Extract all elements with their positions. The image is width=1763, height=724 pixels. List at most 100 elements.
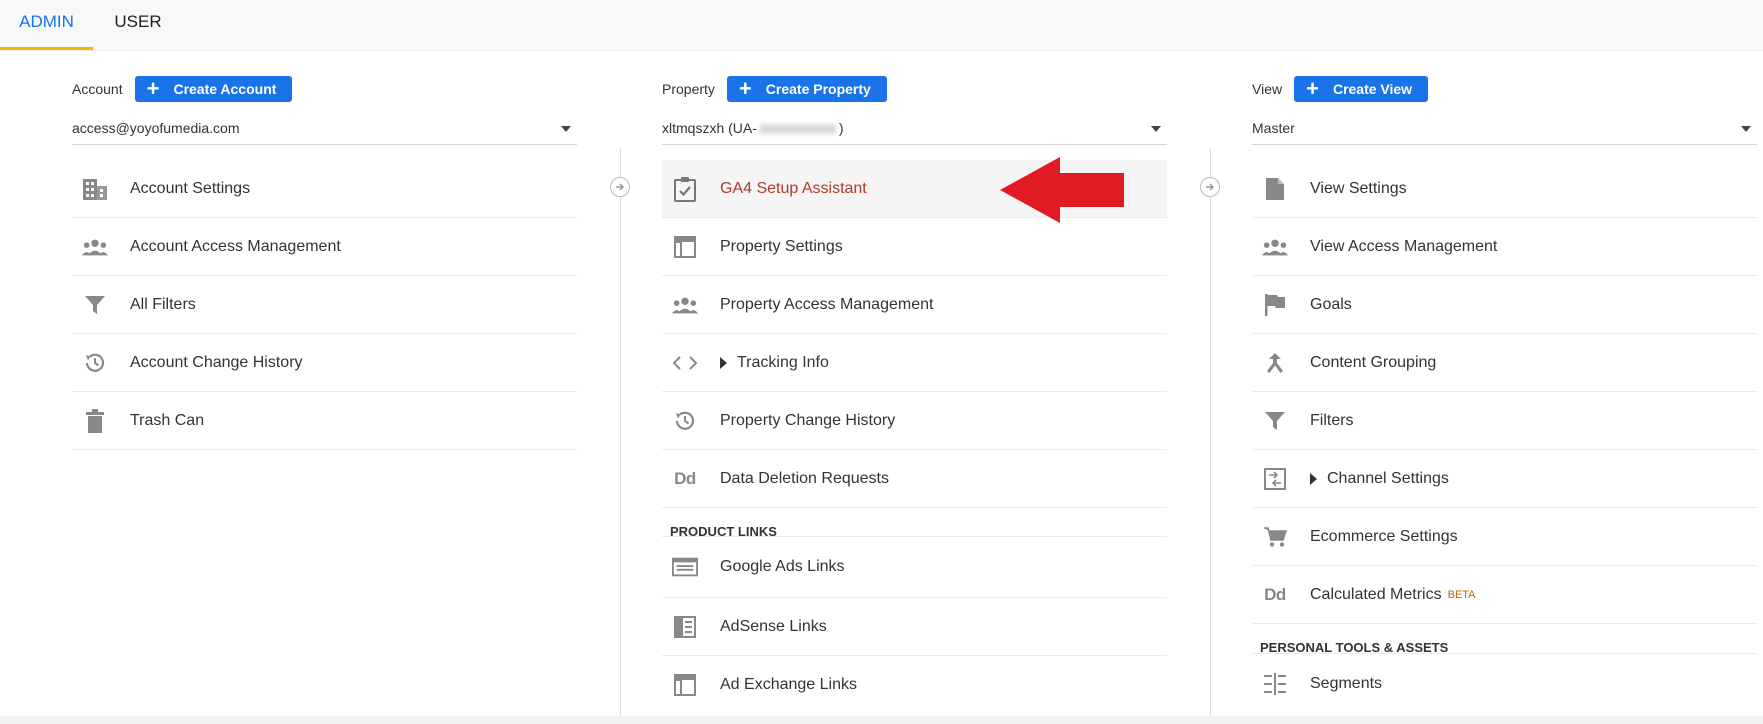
- ecommerce-settings-item[interactable]: Ecommerce Settings: [1252, 508, 1757, 566]
- arrow-right-icon: [610, 177, 630, 197]
- expand-triangle-icon[interactable]: [720, 356, 727, 369]
- tracking-info-item[interactable]: Tracking Info: [662, 334, 1167, 392]
- content-grouping-label: Content Grouping: [1310, 353, 1437, 371]
- calculated-metrics-item[interactable]: Dd Calculated Metrics BETA: [1252, 566, 1757, 624]
- google-ads-links-label: Google Ads Links: [720, 558, 845, 575]
- layout-icon: [672, 234, 698, 260]
- property-label: Property: [662, 81, 715, 97]
- data-deletion-requests-item[interactable]: Dd Data Deletion Requests: [662, 450, 1167, 508]
- plus-icon: +: [1306, 76, 1319, 101]
- account-change-history-item[interactable]: Account Change History: [72, 334, 577, 392]
- property-change-history-label: Property Change History: [720, 411, 896, 429]
- google-ads-links-item[interactable]: Google Ads Links: [662, 536, 1167, 598]
- column-divider: [620, 148, 621, 724]
- history-icon: [82, 350, 108, 376]
- view-selector[interactable]: Master: [1252, 116, 1757, 145]
- account-settings-label: Account Settings: [130, 179, 251, 197]
- plus-icon: +: [146, 76, 160, 101]
- view-access-management-item[interactable]: View Access Management: [1252, 218, 1757, 276]
- ad-exchange-links-item[interactable]: Ad Exchange Links: [662, 656, 1167, 714]
- property-id-prefix: xltmqszxh (UA-: [662, 120, 757, 136]
- segments-icon: [1262, 671, 1288, 697]
- account-selected-value: access@yoyofumedia.com: [72, 120, 240, 136]
- bottom-band: [0, 716, 1763, 724]
- property-selected-value: xltmqszxh (UA-): [662, 120, 844, 136]
- channel-settings-item[interactable]: Channel Settings: [1252, 450, 1757, 508]
- property-access-management-label: Property Access Management: [720, 295, 934, 313]
- account-settings-item[interactable]: Account Settings: [72, 160, 577, 218]
- ga4-setup-assistant-label: GA4 Setup Assistant: [720, 179, 867, 197]
- people-icon: [1262, 234, 1288, 260]
- filter-icon: [82, 292, 108, 318]
- account-label: Account: [72, 81, 123, 97]
- chevron-down-icon: [1741, 126, 1751, 132]
- content-grouping-item[interactable]: Content Grouping: [1252, 334, 1757, 392]
- create-account-label: Create Account: [173, 81, 277, 97]
- property-change-history-item[interactable]: Property Change History: [662, 392, 1167, 450]
- account-access-management-item[interactable]: Account Access Management: [72, 218, 577, 276]
- chevron-down-icon: [561, 126, 571, 132]
- view-access-management-label: View Access Management: [1310, 237, 1498, 255]
- property-access-management-item[interactable]: Property Access Management: [662, 276, 1167, 334]
- tab-admin[interactable]: ADMIN: [0, 0, 93, 50]
- code-icon: [672, 350, 698, 376]
- trash-can-item[interactable]: Trash Can: [72, 392, 577, 450]
- create-view-label: Create View: [1332, 81, 1413, 97]
- create-property-button[interactable]: + Create Property: [726, 76, 887, 102]
- expand-triangle-icon[interactable]: [1310, 472, 1317, 485]
- merge-icon: [1262, 350, 1288, 376]
- red-arrow-annotation: [1000, 157, 1125, 223]
- goals-item[interactable]: Goals: [1252, 276, 1757, 334]
- filter-icon: [1262, 408, 1288, 434]
- view-label: View: [1252, 81, 1283, 97]
- property-selector[interactable]: xltmqszxh (UA-): [662, 116, 1167, 145]
- data-deletion-requests-label: Data Deletion Requests: [720, 469, 889, 487]
- admin-tabs-bar: ADMIN USER: [0, 0, 1763, 51]
- create-property-label: Create Property: [765, 81, 871, 97]
- create-view-button[interactable]: + Create View: [1294, 76, 1429, 102]
- redacted-id: [759, 124, 836, 135]
- people-icon: [672, 292, 698, 318]
- tab-user[interactable]: USER: [103, 0, 173, 50]
- dd-icon: Dd: [674, 468, 696, 488]
- all-filters-item[interactable]: All Filters: [72, 276, 577, 334]
- view-header: View + Create View: [1252, 76, 1429, 102]
- trash-can-label: Trash Can: [130, 411, 205, 429]
- segments-label: Segments: [1310, 674, 1383, 692]
- account-header: Account + Create Account: [72, 76, 293, 102]
- adsense-links-label: AdSense Links: [720, 617, 827, 635]
- history-icon: [672, 408, 698, 434]
- filters-item[interactable]: Filters: [1252, 392, 1757, 450]
- property-id-suffix: ): [838, 120, 844, 136]
- adsense-links-item[interactable]: AdSense Links: [662, 598, 1167, 656]
- chevron-down-icon: [1151, 126, 1161, 132]
- flag-icon: [1262, 292, 1288, 318]
- ads-icon: [672, 554, 698, 580]
- dd-icon: Dd: [1264, 584, 1286, 604]
- layout-icon: [672, 672, 698, 698]
- ecommerce-settings-label: Ecommerce Settings: [1310, 527, 1458, 545]
- document-icon: [1262, 176, 1288, 202]
- trash-icon: [82, 408, 108, 434]
- filters-label: Filters: [1310, 411, 1354, 429]
- create-account-button[interactable]: + Create Account: [134, 76, 293, 102]
- channel-settings-label: Channel Settings: [1327, 469, 1449, 487]
- property-settings-item[interactable]: Property Settings: [662, 218, 1167, 276]
- account-access-management-label: Account Access Management: [130, 237, 341, 255]
- view-selected-value: Master: [1252, 120, 1295, 136]
- arrow-right-icon: [1200, 177, 1220, 197]
- account-selector[interactable]: access@yoyofumedia.com: [72, 116, 577, 145]
- all-filters-label: All Filters: [130, 295, 196, 313]
- property-header: Property + Create Property: [662, 76, 887, 102]
- ad-exchange-links-label: Ad Exchange Links: [720, 676, 857, 693]
- cart-icon: [1262, 524, 1288, 550]
- segments-item[interactable]: Segments: [1252, 653, 1757, 713]
- beta-badge: BETA: [1447, 588, 1476, 601]
- building-icon: [82, 176, 108, 202]
- channel-icon: [1262, 466, 1288, 492]
- view-settings-item[interactable]: View Settings: [1252, 160, 1757, 218]
- view-settings-label: View Settings: [1310, 179, 1407, 197]
- column-divider: [1210, 148, 1211, 724]
- tracking-info-label: Tracking Info: [737, 353, 829, 371]
